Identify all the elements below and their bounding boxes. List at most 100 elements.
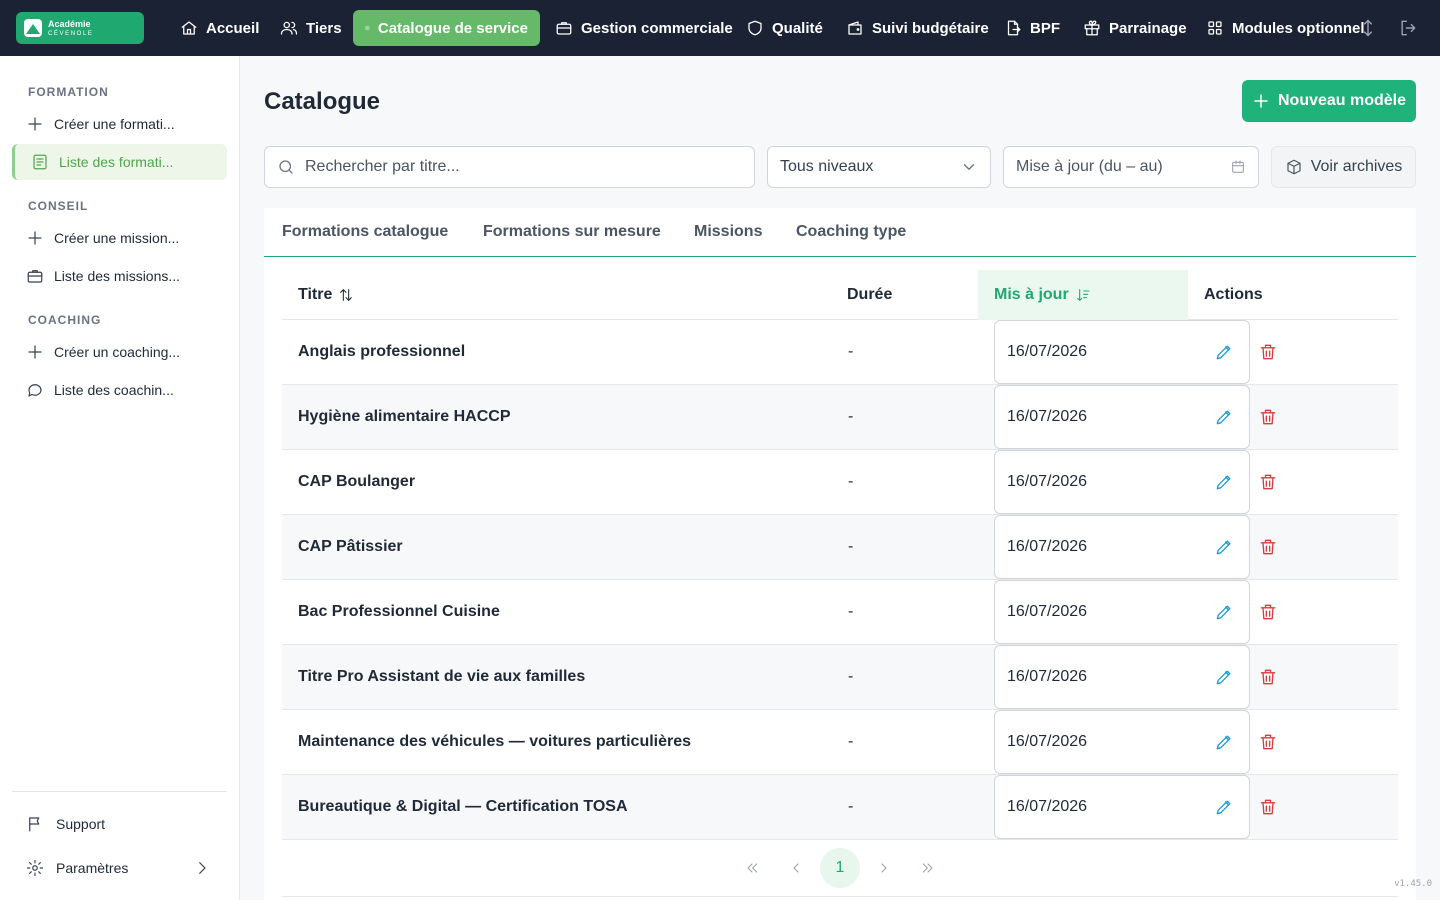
table-row: Hygiène alimentaire HACCP - 16/07/2026 — [282, 385, 1398, 450]
scroll-arrows-icon[interactable] — [1358, 18, 1378, 38]
row-duration: - — [848, 408, 854, 425]
chevrons-right-icon — [922, 863, 933, 873]
users-icon — [280, 21, 298, 35]
edit-icon[interactable] — [1214, 407, 1234, 427]
row-duration: - — [848, 733, 854, 750]
sidebar-item-creer-coaching[interactable]: Créer un coaching... — [12, 334, 227, 370]
column-header-mis-a-jour[interactable]: Mis à jour — [978, 270, 1188, 320]
wallet-icon — [848, 21, 862, 35]
plus-icon — [28, 345, 42, 359]
search-input[interactable] — [305, 158, 725, 176]
tab-coaching-type[interactable]: Coaching type — [796, 223, 906, 241]
row-updated: 16/07/2026 — [994, 580, 1250, 644]
row-updated: 16/07/2026 — [994, 320, 1250, 384]
sidebar-item-liste-missions[interactable]: Liste des missions... — [12, 258, 227, 294]
brand-logo[interactable]: Académie CÉVENOLE — [16, 12, 144, 44]
briefcase-icon — [27, 270, 43, 283]
flag-icon — [29, 817, 40, 832]
last-page-button[interactable] — [908, 848, 948, 888]
edit-icon[interactable] — [1214, 602, 1234, 622]
sidebar-item-liste-formations[interactable]: Liste des formati... — [12, 144, 227, 180]
row-updated: 16/07/2026 — [994, 515, 1250, 579]
edit-icon[interactable] — [1214, 537, 1234, 557]
row-updated: 16/07/2026 — [994, 645, 1250, 709]
tab-formations-catalogue[interactable]: Formations catalogue — [282, 223, 448, 241]
nav-item-parrainage[interactable]: Parrainage — [1071, 10, 1199, 46]
plus-icon — [28, 231, 42, 245]
nav-item-accueil[interactable]: Accueil — [168, 10, 271, 46]
table-row: Anglais professionnel - 16/07/2026 — [282, 320, 1398, 385]
card-bottom-line — [282, 896, 1398, 897]
nav-item-gestion-commerciale[interactable]: Gestion commerciale — [543, 10, 745, 46]
sort-icon — [340, 289, 353, 301]
trash-icon[interactable] — [1258, 602, 1278, 622]
chevron-left-icon — [793, 863, 799, 873]
trash-icon[interactable] — [1258, 537, 1278, 557]
gift-icon — [1084, 20, 1100, 36]
nav-item-tiers[interactable]: Tiers — [268, 10, 354, 46]
tab-missions[interactable]: Missions — [694, 223, 762, 241]
row-title: CAP Pâtissier — [298, 538, 403, 555]
briefcase-icon — [556, 22, 572, 35]
row-updated: 16/07/2026 — [994, 710, 1250, 774]
logout-icon[interactable] — [1398, 18, 1418, 38]
chevron-down-icon — [963, 164, 975, 170]
page-1-button[interactable]: 1 — [820, 848, 860, 888]
column-header-titre[interactable]: Titre — [298, 270, 354, 320]
gear-icon — [26, 859, 44, 877]
version-label: v1.45.0 — [1394, 879, 1432, 889]
sidebar-item-parametres[interactable]: Paramètres — [12, 850, 227, 886]
home-icon — [181, 21, 197, 35]
trash-icon[interactable] — [1258, 797, 1278, 817]
edit-icon[interactable] — [1214, 732, 1234, 752]
search-icon — [279, 160, 293, 174]
trash-icon[interactable] — [1258, 342, 1278, 362]
sidebar-section-formation: FORMATION — [28, 85, 109, 99]
chevrons-left-icon — [747, 863, 758, 873]
mountain-icon — [24, 19, 42, 37]
prev-page-button[interactable] — [776, 848, 816, 888]
row-title: Titre Pro Assistant de vie aux familles — [298, 668, 586, 685]
plus-icon — [1254, 94, 1268, 108]
row-title: Bureautique & Digital — Certification TO… — [298, 798, 628, 815]
row-duration: - — [848, 603, 854, 620]
level-select[interactable]: Tous niveaux — [767, 146, 991, 188]
next-page-button[interactable] — [864, 848, 904, 888]
trash-icon[interactable] — [1258, 472, 1278, 492]
edit-icon[interactable] — [1214, 797, 1234, 817]
trash-icon[interactable] — [1258, 407, 1278, 427]
column-header-actions: Actions — [1204, 286, 1263, 303]
search-box[interactable] — [264, 146, 755, 188]
brand-line-2: CÉVENOLE — [48, 30, 94, 37]
sidebar-item-creer-formation[interactable]: Créer une formati... — [12, 106, 227, 142]
chevron-right-icon — [199, 862, 206, 874]
trash-icon[interactable] — [1258, 667, 1278, 687]
edit-icon[interactable] — [1214, 667, 1234, 687]
table-row: Titre Pro Assistant de vie aux familles -… — [282, 645, 1398, 710]
column-header-duree[interactable]: Durée — [847, 270, 892, 320]
nav-item-catalogue[interactable]: Catalogue de service — [353, 10, 540, 46]
edit-icon[interactable] — [1214, 342, 1234, 362]
table-row: Bureautique & Digital — Certification TO… — [282, 775, 1398, 840]
sort-desc-icon — [1076, 289, 1090, 301]
tab-formations-sur-mesure[interactable]: Formations sur mesure — [483, 223, 661, 241]
sidebar-item-creer-mission[interactable]: Créer une mission... — [12, 220, 227, 256]
sidebar-divider — [12, 791, 227, 792]
row-title: Bac Professionnel Cuisine — [298, 603, 500, 620]
archives-button[interactable]: Voir archives — [1271, 146, 1416, 188]
page-title: Catalogue — [264, 88, 381, 115]
nav-item-qualite[interactable]: Qualité — [734, 10, 835, 46]
nav-item-modules-optionnel[interactable]: Modules optionnel — [1194, 10, 1377, 46]
new-model-button[interactable]: Nouveau modèle — [1242, 80, 1416, 122]
trash-icon[interactable] — [1258, 732, 1278, 752]
sidebar-item-liste-coachings[interactable]: Liste des coachin... — [12, 372, 227, 408]
edit-icon[interactable] — [1214, 472, 1234, 492]
nav-item-suivi-budgetaire[interactable]: Suivi budgétaire — [834, 10, 1001, 46]
date-range-field[interactable]: Mise à jour (du – au) — [1003, 146, 1259, 188]
first-page-button[interactable] — [732, 848, 772, 888]
nav-item-bpf[interactable]: BPF — [992, 10, 1072, 46]
row-updated: 16/07/2026 — [994, 450, 1250, 514]
top-navbar: Académie CÉVENOLE Accueil Tiers Catalogu… — [0, 0, 1440, 56]
sidebar-item-support[interactable]: Support — [12, 806, 227, 842]
plus-icon — [28, 117, 42, 131]
